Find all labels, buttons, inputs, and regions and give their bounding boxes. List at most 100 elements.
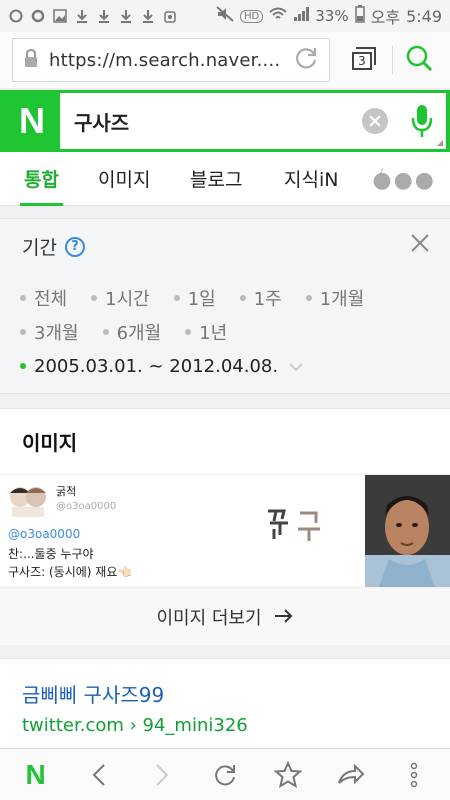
bullet-icon xyxy=(20,329,26,335)
arrow-right-icon xyxy=(274,605,294,629)
download-icon xyxy=(140,8,156,24)
tweet-text-line: 구사즈: (동시에) 재요👈🏻 xyxy=(8,565,133,579)
bullet-icon xyxy=(185,329,192,335)
bullet-icon xyxy=(305,295,312,301)
tweet-mention: @o3oa0000 xyxy=(8,527,81,541)
naver-home-icon[interactable]: N xyxy=(12,751,60,799)
tab-count: 3 xyxy=(352,52,372,70)
option-label: 1일 xyxy=(187,289,216,310)
selected-range: 2005.03.01. ~ 2012.04.08. xyxy=(34,355,279,377)
period-option-custom[interactable]: 2005.03.01. ~ 2012.04.08. xyxy=(20,356,304,377)
microphone-icon[interactable] xyxy=(408,101,436,141)
divider xyxy=(392,46,393,74)
option-label: 1개월 xyxy=(319,289,365,310)
corner-indicator xyxy=(437,140,443,146)
period-option-1day[interactable]: 1일 xyxy=(173,285,216,311)
gallery-icon xyxy=(52,8,68,24)
more-icon[interactable]: ●●● xyxy=(372,168,436,193)
forward-icon[interactable] xyxy=(138,751,186,799)
section-title: 이미지 xyxy=(22,431,78,455)
browser-url-bar: https://m.search.naver.... 3 xyxy=(0,32,450,88)
bookmark-star-icon[interactable] xyxy=(264,751,312,799)
period-filter: 기간 ? 전체 1시간 1일 1주 1개월 3개월 6개월 1년 2005.03… xyxy=(0,218,450,394)
mute-icon xyxy=(216,6,234,26)
period-row: 전체 1시간 1일 1주 1개월 xyxy=(20,281,440,315)
o-circle-icon xyxy=(30,8,46,24)
search-input[interactable]: 구사즈 xyxy=(60,93,446,149)
period-option-1month[interactable]: 1개월 xyxy=(305,285,365,311)
refresh-icon[interactable] xyxy=(201,751,249,799)
url-text[interactable]: https://m.search.naver.... xyxy=(49,50,285,71)
search-query[interactable]: 구사즈 xyxy=(74,107,362,136)
chevron-down-icon[interactable] xyxy=(288,356,304,377)
battery-icon xyxy=(354,5,365,27)
back-icon[interactable] xyxy=(75,751,123,799)
hd-badge: HD xyxy=(240,9,264,23)
result-title-link[interactable]: 금삐삐 구사즈99 xyxy=(22,679,164,708)
tab-images[interactable]: 이미지 xyxy=(98,152,150,206)
tweet-author-handle: @o3oa0000 xyxy=(56,501,117,512)
bullet-icon xyxy=(173,295,180,301)
image-thumbnails: 굵적 @o3oa0000 @o3oa0000 찬:...둘중 누구야 구사즈: … xyxy=(0,474,450,587)
calligraphy-art xyxy=(262,501,352,547)
image-thumbnail-photo[interactable] xyxy=(365,475,450,587)
period-option-1year[interactable]: 1년 xyxy=(185,319,227,345)
more-images-button[interactable]: 이미지 더보기 xyxy=(0,587,450,645)
help-icon[interactable]: ? xyxy=(64,236,85,257)
naver-search-bar: N 구사즈 xyxy=(0,90,450,152)
naver-logo[interactable]: N xyxy=(4,90,60,152)
search-result: 금삐삐 구사즈99 twitter.com › 94_mini326 xyxy=(0,658,450,748)
search-icon[interactable] xyxy=(405,44,433,76)
period-option-6months[interactable]: 6개월 xyxy=(102,319,162,345)
option-label: 1시간 xyxy=(105,289,150,310)
period-option-1week[interactable]: 1주 xyxy=(239,285,282,311)
menu-icon[interactable] xyxy=(390,751,438,799)
option-label: 1주 xyxy=(253,289,282,310)
download-icon xyxy=(118,8,134,24)
reload-icon[interactable] xyxy=(293,45,319,75)
android-icon xyxy=(162,8,178,24)
tab-blog[interactable]: 블로그 xyxy=(190,152,242,206)
download-icon xyxy=(96,8,112,24)
period-title: 기간 ? xyxy=(22,233,85,260)
option-label: 전체 xyxy=(34,289,68,310)
period-option-1hour[interactable]: 1시간 xyxy=(91,285,150,311)
result-url[interactable]: twitter.com › 94_mini326 xyxy=(22,715,248,736)
more-images-label: 이미지 더보기 xyxy=(156,607,262,629)
download-icon xyxy=(74,8,90,24)
avatar xyxy=(8,483,48,517)
status-bar: HD 33% 오후 5:49 xyxy=(0,0,450,32)
option-label: 6개월 xyxy=(116,323,162,344)
period-option-all[interactable]: 전체 xyxy=(20,285,67,311)
tabs-button[interactable]: 3 xyxy=(348,46,378,74)
address-field[interactable]: https://m.search.naver.... xyxy=(12,38,330,82)
tweet-author-name: 굵적 xyxy=(56,485,77,498)
image-section: 이미지 굵적 @o3oa0000 @o3oa0000 찬:...둘중 누구야 구… xyxy=(0,408,450,645)
close-icon[interactable] xyxy=(410,233,430,256)
bullet-icon xyxy=(91,295,98,301)
share-icon[interactable] xyxy=(327,751,375,799)
option-label: 1년 xyxy=(199,323,228,344)
period-options: 전체 1시간 1일 1주 1개월 3개월 6개월 1년 2005.03.01. … xyxy=(20,281,440,383)
tab-integrated[interactable]: 통합 xyxy=(20,152,63,206)
tab-kin[interactable]: 지식iN xyxy=(284,152,338,206)
g-circle-icon xyxy=(8,8,24,24)
period-label: 기간 xyxy=(22,237,57,259)
clear-icon[interactable] xyxy=(362,108,388,134)
period-row: 2005.03.01. ~ 2012.04.08. xyxy=(20,349,440,383)
time: 5:49 xyxy=(406,6,442,26)
selected-bullet-icon xyxy=(20,363,26,369)
option-label: 3개월 xyxy=(34,323,79,344)
period-row: 3개월 6개월 1년 xyxy=(20,315,440,349)
signal-icon xyxy=(293,6,310,26)
period-option-3months[interactable]: 3개월 xyxy=(20,319,79,345)
search-tabs: 통합 이미지 블로그 지식iN ( ●●● xyxy=(0,152,450,206)
bullet-icon xyxy=(20,295,26,301)
time-ampm: 오후 xyxy=(370,8,401,27)
bullet-icon xyxy=(102,329,109,335)
wifi-icon xyxy=(269,6,287,26)
lock-icon xyxy=(23,48,39,72)
tweet-text-line: 찬:...둘중 누구야 xyxy=(8,547,94,561)
battery-percent: 33% xyxy=(315,7,349,25)
image-thumbnail-tweet[interactable]: 굵적 @o3oa0000 @o3oa0000 찬:...둘중 누구야 구사즈: … xyxy=(0,475,365,587)
